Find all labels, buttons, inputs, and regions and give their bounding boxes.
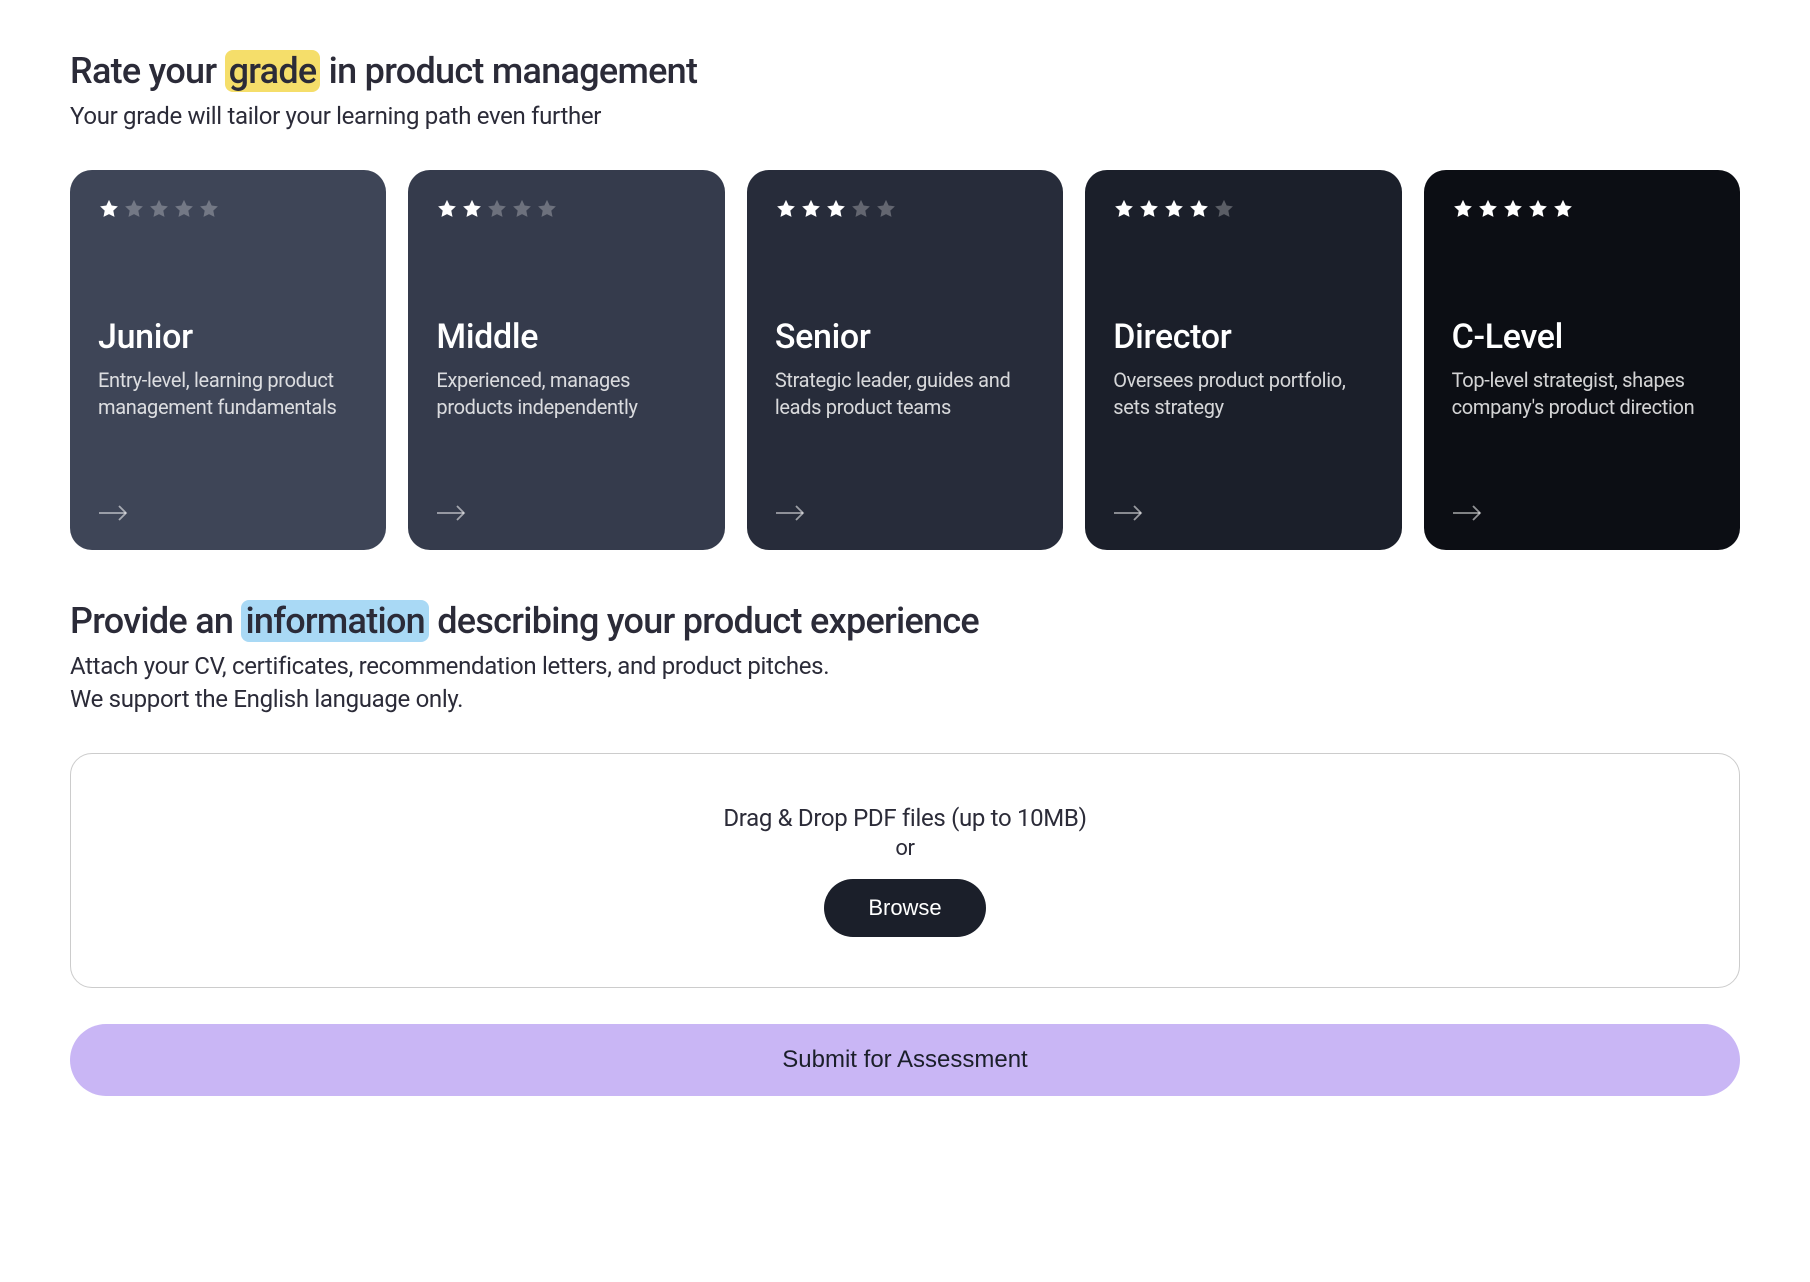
star-icon [1138,198,1160,220]
star-icon [536,198,558,220]
submit-button[interactable]: Submit for Assessment [70,1024,1740,1096]
star-icon [850,198,872,220]
star-icon [511,198,533,220]
star-icon [825,198,847,220]
grade-card-title: Middle [436,317,696,357]
arrow-right-icon [1452,504,1482,522]
star-icon [1188,198,1210,220]
star-icon [1213,198,1235,220]
info-heading-pre: Provide an [70,600,241,642]
upload-dropzone[interactable]: Drag & Drop PDF files (up to 10MB) or Br… [70,753,1740,988]
arrow-right-icon [1113,504,1143,522]
grade-heading: Rate your grade in product management [70,50,1740,92]
star-icon [875,198,897,220]
star-rating [98,198,358,220]
grade-card-c-level[interactable]: C-Level Top-level strategist, shapes com… [1424,170,1740,550]
grade-card-senior[interactable]: Senior Strategic leader, guides and lead… [747,170,1063,550]
grade-card-title: Junior [98,317,358,357]
star-icon [98,198,120,220]
upload-or-text: or [121,836,1689,861]
arrow-right-icon [436,504,466,522]
star-icon [1113,198,1135,220]
grade-card-title: Senior [775,317,1035,357]
star-icon [486,198,508,220]
star-rating [1113,198,1373,220]
star-rating [436,198,696,220]
info-subtitle-line1: Attach your CV, certificates, recommenda… [70,652,829,680]
grade-heading-post: in product management [320,50,697,92]
star-icon [1552,198,1574,220]
arrow-right-icon [775,504,805,522]
star-icon [1452,198,1474,220]
grade-heading-highlight: grade [225,50,321,92]
star-icon [123,198,145,220]
star-icon [800,198,822,220]
star-rating [1452,198,1712,220]
grade-card-desc: Strategic leader, guides and leads produ… [775,367,1035,421]
star-icon [775,198,797,220]
star-icon [1477,198,1499,220]
info-heading-highlight: information [241,600,429,642]
star-icon [148,198,170,220]
upload-drag-text: Drag & Drop PDF files (up to 10MB) [121,804,1689,832]
info-subtitle-line2: We support the English language only. [70,685,463,713]
star-icon [1163,198,1185,220]
browse-button[interactable]: Browse [824,879,985,937]
star-icon [1502,198,1524,220]
star-rating [775,198,1035,220]
grade-card-title: Director [1113,317,1373,357]
grade-heading-pre: Rate your [70,50,225,92]
star-icon [461,198,483,220]
star-icon [173,198,195,220]
grade-card-middle[interactable]: Middle Experienced, manages products ind… [408,170,724,550]
grade-card-desc: Entry-level, learning product management… [98,367,358,421]
star-icon [1527,198,1549,220]
grade-cards-row: Junior Entry-level, learning product man… [70,170,1740,550]
info-heading-post: describing your product experience [429,600,979,642]
grade-card-title: C-Level [1452,317,1712,357]
star-icon [436,198,458,220]
grade-subtitle: Your grade will tailor your learning pat… [70,100,1740,134]
star-icon [198,198,220,220]
grade-card-desc: Oversees product portfolio, sets strateg… [1113,367,1373,421]
info-subtitle: Attach your CV, certificates, recommenda… [70,650,1740,717]
grade-card-director[interactable]: Director Oversees product portfolio, set… [1085,170,1401,550]
grade-card-junior[interactable]: Junior Entry-level, learning product man… [70,170,386,550]
grade-card-desc: Experienced, manages products independen… [436,367,696,421]
info-heading: Provide an information describing your p… [70,600,1740,642]
arrow-right-icon [98,504,128,522]
grade-card-desc: Top-level strategist, shapes company's p… [1452,367,1712,421]
